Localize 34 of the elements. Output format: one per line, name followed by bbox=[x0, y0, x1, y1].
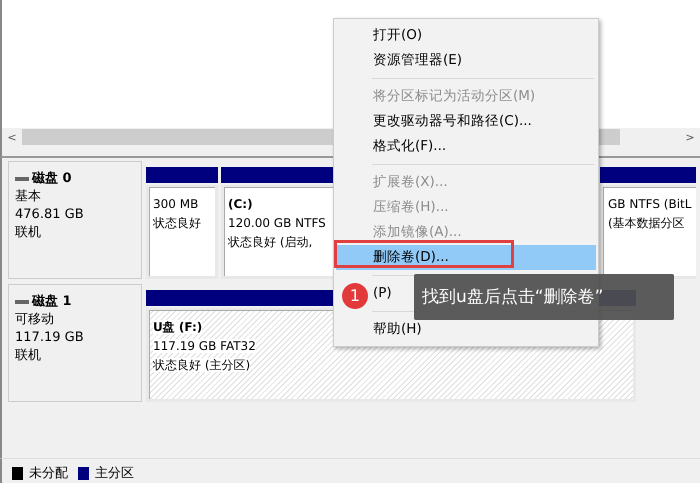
partition-block[interactable]: 300 MB 状态良好 bbox=[146, 185, 218, 279]
disk-status: 联机 bbox=[15, 347, 42, 365]
disk-name: 磁盘 1 bbox=[15, 293, 135, 311]
menu-item[interactable]: 删除卷(D)... bbox=[336, 245, 596, 270]
partition-title: U盘 (F:) bbox=[153, 320, 202, 334]
partition-info: 117.19 GB FAT32 bbox=[153, 339, 256, 353]
legend-label: 主分区 bbox=[95, 465, 134, 482]
menu-item[interactable]: 格式化(F)... bbox=[336, 134, 596, 159]
disk-size: 476.81 GB bbox=[15, 206, 85, 224]
partition-info: GB NTFS (BitL bbox=[608, 197, 692, 211]
disk-label-panel[interactable]: 磁盘 0 基本 476.81 GB 联机 bbox=[8, 161, 142, 279]
partition-info: 300 MB bbox=[153, 197, 198, 211]
disk-type: 可移动 bbox=[15, 311, 55, 329]
scroll-left-button[interactable]: < bbox=[2, 130, 22, 144]
menu-item[interactable]: 帮助(H) bbox=[336, 317, 596, 342]
disk-label-panel[interactable]: 磁盘 1 可移动 117.19 GB 联机 bbox=[8, 284, 142, 402]
legend-label: 未分配 bbox=[29, 465, 68, 482]
partition-block[interactable]: GB NTFS (BitL (基本数据分区 bbox=[600, 185, 696, 279]
disk-status: 联机 bbox=[15, 224, 42, 242]
menu-item[interactable]: 更改驱动器号和路径(C)... bbox=[336, 109, 596, 134]
menu-item[interactable]: 资源管理器(E) bbox=[336, 48, 596, 73]
scroll-right-button[interactable]: > bbox=[680, 130, 700, 144]
partition-info: 状态良好 bbox=[153, 216, 201, 230]
partition-info: 状态良好 (主分区) bbox=[153, 358, 250, 372]
menu-item[interactable]: 打开(O) bbox=[336, 23, 596, 48]
partition-info: 120.00 GB NTFS bbox=[228, 216, 326, 230]
partition-title: (C:) bbox=[228, 197, 253, 211]
disk-name: 磁盘 0 bbox=[15, 170, 135, 188]
partition-info: 状态良好 (启动, bbox=[228, 235, 312, 249]
partition-info: (基本数据分区 bbox=[608, 216, 685, 230]
annotation-tooltip: 找到u盘后点击“删除卷” bbox=[414, 274, 674, 320]
disk-type: 基本 bbox=[15, 188, 42, 206]
partition-bar bbox=[146, 167, 218, 183]
disk-size: 117.19 GB bbox=[15, 329, 85, 347]
